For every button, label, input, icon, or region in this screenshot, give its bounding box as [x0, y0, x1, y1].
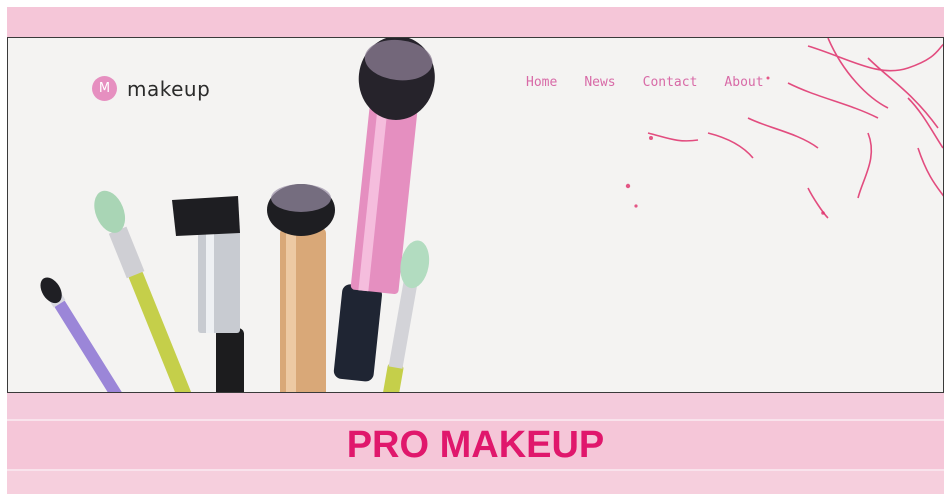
banner-headline: PRO MAKEUP — [346, 423, 605, 466]
logo[interactable]: M makeup — [92, 76, 210, 101]
top-band — [7, 7, 944, 37]
nav-link-news[interactable]: News — [584, 75, 615, 90]
logo-badge-icon: M — [92, 76, 117, 101]
nav-link-home[interactable]: Home — [526, 75, 557, 90]
banner-stripe-bottom — [7, 471, 944, 494]
banner-divider-top — [7, 419, 944, 421]
hero-section: M makeup Home News Contact About — [7, 37, 944, 393]
nav-link-about[interactable]: About — [724, 75, 763, 90]
banner-stripe-top — [7, 393, 944, 419]
main-nav: Home News Contact About — [526, 75, 791, 90]
banner-band: PRO MAKEUP — [7, 393, 944, 494]
nav-link-contact[interactable]: Contact — [643, 75, 698, 90]
logo-text: makeup — [127, 76, 211, 101]
